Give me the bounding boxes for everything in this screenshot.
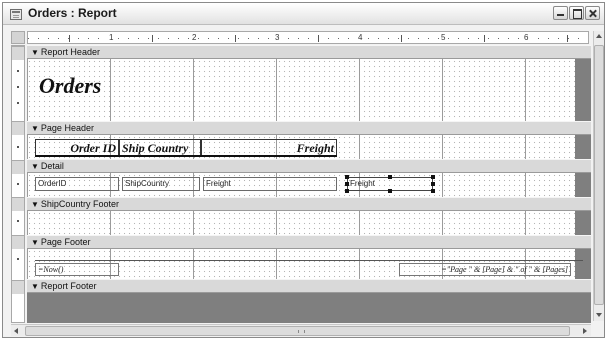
horizontal-scroll-thumb[interactable] <box>25 326 570 336</box>
order-id-label[interactable]: Order ID <box>35 139 119 156</box>
header-underline[interactable] <box>35 155 337 157</box>
vertical-ruler[interactable] <box>11 45 25 323</box>
section-bar-detail[interactable]: ▼ Detail <box>27 159 591 173</box>
ruler-corner[interactable] <box>11 31 25 44</box>
report-header-grid[interactable]: Orders <box>27 59 575 121</box>
vruler-section-marker <box>12 235 24 249</box>
report-design-window: Orders : Report 1 2 3 4 5 6 ▼ Report Hea… <box>2 2 605 338</box>
vruler-section-marker <box>12 46 24 60</box>
section-label: Report Header <box>40 47 100 57</box>
section-arrow-icon: ▼ <box>31 124 39 133</box>
scroll-up-icon[interactable] <box>596 34 602 38</box>
ruler-number: 2 <box>191 32 198 43</box>
section-arrow-icon: ▼ <box>31 238 39 247</box>
ruler-tick <box>567 35 568 42</box>
resize-handle[interactable] <box>345 182 349 186</box>
vruler-dot <box>17 102 19 104</box>
vruler-section-marker <box>12 280 24 294</box>
section-bar-report-footer[interactable]: ▼ Report Footer <box>27 279 591 293</box>
resize-handle[interactable] <box>388 189 392 193</box>
close-button[interactable] <box>585 6 600 20</box>
detail-grid[interactable]: OrderID ShipCountry Freight Freight <box>27 173 575 197</box>
resize-handle[interactable] <box>431 175 435 179</box>
window-title: Orders : Report <box>28 6 117 20</box>
resize-handle[interactable] <box>345 189 349 193</box>
resize-handle[interactable] <box>431 182 435 186</box>
page-footer-grid[interactable]: =Now() ="Page " & [Page] & " of " & [Pag… <box>27 249 583 279</box>
page-header-grid[interactable]: Order ID Ship Country Freight <box>27 135 575 159</box>
ruler-number: 1 <box>108 32 115 43</box>
vruler-dot <box>17 70 19 72</box>
ruler-number: 5 <box>440 32 447 43</box>
ruler-number: 4 <box>357 32 364 43</box>
resize-handle[interactable] <box>388 175 392 179</box>
ruler-tick <box>318 35 319 42</box>
section-bar-report-header[interactable]: ▼ Report Header <box>27 45 591 59</box>
section-arrow-icon: ▼ <box>31 282 39 291</box>
section-arrow-icon: ▼ <box>31 200 39 209</box>
ruler-tick <box>484 35 485 42</box>
minimize-button[interactable] <box>553 6 568 20</box>
scroll-down-icon[interactable] <box>596 313 602 317</box>
report-title-label[interactable]: Orders <box>37 73 113 99</box>
ship-country-label[interactable]: Ship Country <box>119 139 201 156</box>
resize-handle[interactable] <box>345 175 349 179</box>
vruler-dot <box>17 146 19 148</box>
report-design-area: ▼ Report Header Orders ▼ Page Header Order… <box>27 45 591 323</box>
ruler-tick <box>152 35 153 42</box>
vruler-dot <box>17 86 19 88</box>
ruler-tick <box>69 35 70 42</box>
maximize-button[interactable] <box>569 6 584 20</box>
section-label: Report Footer <box>40 281 97 291</box>
freight-label[interactable]: Freight <box>201 139 337 156</box>
scroll-right-icon[interactable] <box>583 328 587 334</box>
freight-field[interactable]: Freight <box>203 177 337 191</box>
footer-rule[interactable] <box>35 260 583 261</box>
section-arrow-icon: ▼ <box>31 162 39 171</box>
ruler-number: 6 <box>523 32 530 43</box>
section-arrow-icon: ▼ <box>31 48 39 57</box>
vruler-section-marker <box>12 197 24 211</box>
title-bar[interactable]: Orders : Report <box>3 3 604 25</box>
ruler-tick <box>235 35 236 42</box>
vertical-scrollbar[interactable] <box>593 31 604 321</box>
vertical-scroll-thumb[interactable] <box>594 45 604 305</box>
now-field[interactable]: =Now() <box>35 263 119 276</box>
section-label: Detail <box>40 161 64 171</box>
section-bar-page-footer[interactable]: ▼ Page Footer <box>27 235 591 249</box>
order-id-field[interactable]: OrderID <box>35 177 119 191</box>
horizontal-ruler[interactable]: 1 2 3 4 5 6 <box>27 31 589 44</box>
vruler-section-marker <box>12 121 24 135</box>
ruler-number: 3 <box>274 32 281 43</box>
section-label: Page Footer <box>40 237 91 247</box>
section-bar-page-header[interactable]: ▼ Page Header <box>27 121 591 135</box>
scroll-left-icon[interactable] <box>14 328 18 334</box>
vruler-dot <box>17 258 19 260</box>
ruler-tick <box>401 35 402 42</box>
ship-country-field[interactable]: ShipCountry <box>122 177 200 191</box>
page-number-field[interactable]: ="Page " & [Page] & " of " & [Pages] <box>399 263 571 276</box>
resize-handle[interactable] <box>431 189 435 193</box>
section-bar-shipcountry-footer[interactable]: ▼ ShipCountry Footer <box>27 197 591 211</box>
window-controls <box>553 6 600 20</box>
section-label: Page Header <box>40 123 94 133</box>
horizontal-scrollbar[interactable] <box>11 324 591 336</box>
vruler-dot <box>17 220 19 222</box>
report-icon <box>10 9 22 20</box>
vruler-section-marker <box>12 160 24 174</box>
section-label: ShipCountry Footer <box>40 199 119 209</box>
vruler-dot <box>17 183 19 185</box>
shipcountry-footer-grid[interactable] <box>27 211 575 235</box>
